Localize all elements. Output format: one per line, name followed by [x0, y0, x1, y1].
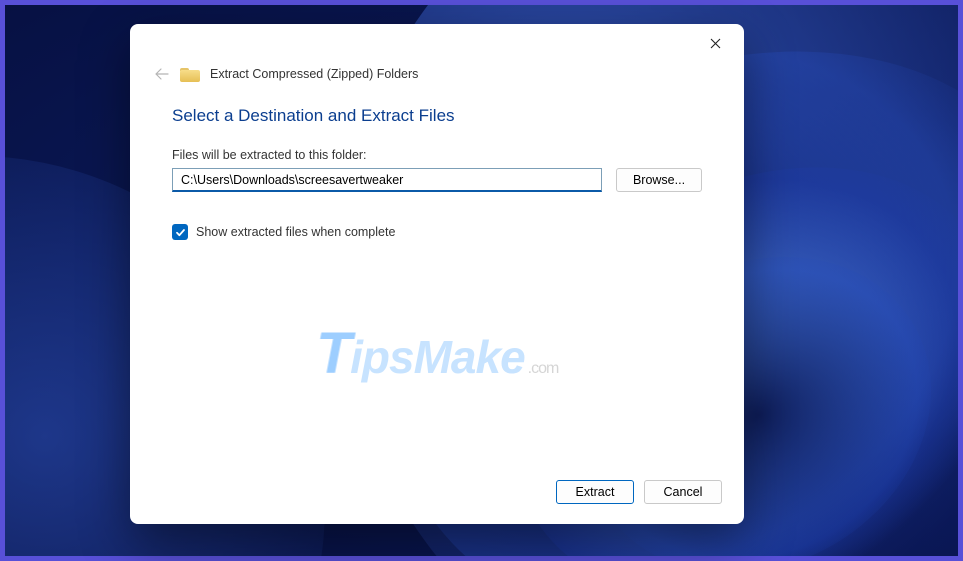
- browse-button[interactable]: Browse...: [616, 168, 702, 192]
- checkmark-icon: [175, 227, 186, 238]
- show-files-checkbox[interactable]: [172, 224, 188, 240]
- zipped-folder-icon: [180, 66, 200, 82]
- cancel-button[interactable]: Cancel: [644, 480, 722, 504]
- destination-path-input[interactable]: [172, 168, 602, 192]
- arrow-left-icon: [155, 68, 169, 80]
- watermark: T ipsMake .com: [316, 320, 559, 387]
- dialog-body: Select a Destination and Extract Files F…: [130, 100, 744, 464]
- dialog-header: Extract Compressed (Zipped) Folders: [130, 62, 744, 100]
- back-button[interactable]: [154, 66, 170, 82]
- watermark-text: ipsMake: [350, 330, 525, 384]
- extract-dialog: Extract Compressed (Zipped) Folders Sele…: [130, 24, 744, 524]
- path-row: Browse...: [172, 168, 702, 192]
- close-icon: [710, 38, 721, 49]
- dialog-footer: Extract Cancel: [130, 464, 744, 524]
- close-button[interactable]: [700, 28, 730, 58]
- extract-button[interactable]: Extract: [556, 480, 634, 504]
- dialog-title: Extract Compressed (Zipped) Folders: [210, 67, 418, 81]
- instruction-heading: Select a Destination and Extract Files: [172, 106, 702, 126]
- path-label: Files will be extracted to this folder:: [172, 148, 702, 162]
- show-files-checkbox-label: Show extracted files when complete: [196, 225, 395, 239]
- show-files-checkbox-row: Show extracted files when complete: [172, 224, 702, 240]
- watermark-suffix: .com: [528, 360, 559, 378]
- dialog-titlebar: [130, 24, 744, 62]
- watermark-first-letter: T: [316, 320, 350, 387]
